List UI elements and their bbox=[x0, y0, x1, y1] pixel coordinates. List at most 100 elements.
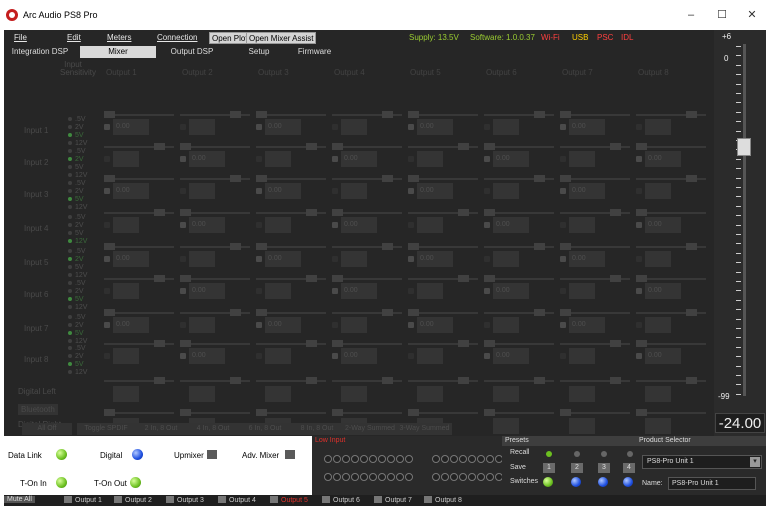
route-checkbox[interactable] bbox=[180, 256, 186, 262]
gain-slider[interactable] bbox=[256, 143, 326, 150]
gain-value[interactable]: 0.00 bbox=[417, 251, 453, 267]
switch-led-1[interactable] bbox=[543, 477, 553, 487]
gain-slider[interactable] bbox=[408, 111, 478, 118]
gain-value[interactable]: 0.00 bbox=[265, 119, 301, 135]
digital-gain-slider[interactable] bbox=[484, 377, 554, 384]
digital-gain-slider[interactable] bbox=[408, 409, 478, 416]
output-mute-2[interactable]: Output 2 bbox=[114, 496, 152, 504]
gain-slider[interactable] bbox=[484, 175, 554, 182]
route-checkbox[interactable] bbox=[560, 256, 566, 262]
route-checkbox[interactable] bbox=[180, 188, 186, 194]
digital-gain-slider[interactable] bbox=[256, 409, 326, 416]
tab-firmware[interactable]: Firmware bbox=[290, 46, 339, 58]
route-checkbox[interactable] bbox=[408, 156, 414, 162]
digital-gain-slider[interactable] bbox=[636, 409, 706, 416]
tab-setup[interactable]: Setup bbox=[228, 46, 290, 58]
output-mute-4[interactable]: Output 4 bbox=[218, 496, 256, 504]
gain-value-empty[interactable] bbox=[341, 119, 367, 135]
gain-value-empty[interactable] bbox=[113, 151, 139, 167]
switch-led-2[interactable] bbox=[571, 477, 581, 487]
toggle-spdif-button[interactable]: Toggle SPDIF bbox=[77, 423, 135, 435]
gain-value[interactable]: 0.00 bbox=[189, 217, 225, 233]
gain-value[interactable]: 0.00 bbox=[645, 217, 681, 233]
gain-slider[interactable] bbox=[560, 111, 630, 118]
gain-slider[interactable] bbox=[636, 309, 706, 316]
route-checkbox[interactable] bbox=[256, 256, 262, 262]
gain-slider[interactable] bbox=[180, 111, 250, 118]
open-plot-button[interactable]: Open Plot bbox=[209, 32, 251, 44]
gain-value[interactable]: 0.00 bbox=[265, 317, 301, 333]
route-checkbox[interactable] bbox=[408, 188, 414, 194]
digital-gain-value[interactable] bbox=[341, 386, 367, 402]
menu-connection[interactable]: Connection bbox=[157, 33, 197, 42]
digital-gain-value[interactable] bbox=[417, 386, 443, 402]
gain-value[interactable]: 0.00 bbox=[189, 348, 225, 364]
output-mute-5[interactable]: Output 5 bbox=[270, 496, 308, 504]
sensitivity-radio-8-3[interactable]: 5V bbox=[68, 361, 84, 368]
gain-slider[interactable] bbox=[560, 175, 630, 182]
gain-value-empty[interactable] bbox=[417, 283, 443, 299]
digital-gain-value[interactable] bbox=[645, 386, 671, 402]
gain-slider[interactable] bbox=[408, 209, 478, 216]
route-checkbox[interactable] bbox=[332, 256, 338, 262]
route-checkbox[interactable] bbox=[180, 288, 186, 294]
product-name-input[interactable]: PS8-Pro Unit 1 bbox=[668, 477, 756, 490]
route-checkbox[interactable] bbox=[104, 188, 110, 194]
sensitivity-radio-5-2[interactable]: 2V bbox=[68, 256, 84, 263]
gain-value[interactable]: 0.00 bbox=[493, 283, 529, 299]
route-checkbox[interactable] bbox=[636, 256, 642, 262]
gain-value-empty[interactable] bbox=[265, 151, 291, 167]
gain-slider[interactable] bbox=[256, 111, 326, 118]
route-checkbox[interactable] bbox=[636, 156, 642, 162]
tab-integration-dsp[interactable]: Integration DSP bbox=[4, 46, 76, 58]
digital-gain-value[interactable] bbox=[113, 386, 139, 402]
digital-gain-slider[interactable] bbox=[636, 377, 706, 384]
bluetooth-button[interactable]: Bluetooth bbox=[18, 404, 58, 415]
route-checkbox[interactable] bbox=[484, 222, 490, 228]
digital-gain-slider[interactable] bbox=[332, 377, 402, 384]
gain-slider[interactable] bbox=[560, 209, 630, 216]
route-checkbox[interactable] bbox=[104, 353, 110, 359]
sensitivity-radio-8-2[interactable]: 2V bbox=[68, 353, 84, 360]
route-checkbox[interactable] bbox=[180, 353, 186, 359]
route-checkbox[interactable] bbox=[408, 256, 414, 262]
output-mute-6[interactable]: Output 6 bbox=[322, 496, 360, 504]
gain-slider[interactable] bbox=[408, 275, 478, 282]
sensitivity-radio-7-4[interactable]: 12V bbox=[68, 338, 87, 345]
gain-value[interactable]: 0.00 bbox=[493, 217, 529, 233]
sensitivity-radio-8-1[interactable]: .5V bbox=[68, 345, 86, 352]
digital-gain-slider[interactable] bbox=[180, 409, 250, 416]
gain-slider[interactable] bbox=[332, 275, 402, 282]
gain-slider[interactable] bbox=[180, 275, 250, 282]
gain-value[interactable]: 0.00 bbox=[113, 119, 149, 135]
route-checkbox[interactable] bbox=[560, 288, 566, 294]
gain-value-empty[interactable] bbox=[493, 119, 519, 135]
gain-value-empty[interactable] bbox=[265, 348, 291, 364]
gain-slider[interactable] bbox=[180, 175, 250, 182]
gain-value-empty[interactable] bbox=[189, 183, 215, 199]
route-checkbox[interactable] bbox=[104, 222, 110, 228]
gain-value[interactable]: 0.00 bbox=[645, 348, 681, 364]
gain-slider[interactable] bbox=[104, 275, 174, 282]
gain-slider[interactable] bbox=[636, 340, 706, 347]
gain-slider[interactable] bbox=[256, 209, 326, 216]
gain-value-empty[interactable] bbox=[341, 183, 367, 199]
route-checkbox[interactable] bbox=[332, 322, 338, 328]
gain-value[interactable]: 0.00 bbox=[341, 217, 377, 233]
gain-slider[interactable] bbox=[332, 243, 402, 250]
gain-slider[interactable] bbox=[180, 143, 250, 150]
sensitivity-radio-8-4[interactable]: 12V bbox=[68, 369, 87, 376]
route-checkbox[interactable] bbox=[408, 222, 414, 228]
gain-slider[interactable] bbox=[104, 243, 174, 250]
gain-value-empty[interactable] bbox=[569, 217, 595, 233]
route-checkbox[interactable] bbox=[256, 222, 262, 228]
sensitivity-radio-6-4[interactable]: 12V bbox=[68, 304, 87, 311]
gain-value[interactable]: 0.00 bbox=[113, 251, 149, 267]
tab-output-dsp[interactable]: Output DSP bbox=[156, 46, 228, 58]
digital-gain-value[interactable] bbox=[569, 386, 595, 402]
route-checkbox[interactable] bbox=[256, 353, 262, 359]
gain-value-empty[interactable] bbox=[341, 251, 367, 267]
route-checkbox[interactable] bbox=[408, 288, 414, 294]
digital-gain-slider[interactable] bbox=[560, 409, 630, 416]
sensitivity-radio-2-2[interactable]: 2V bbox=[68, 156, 84, 163]
